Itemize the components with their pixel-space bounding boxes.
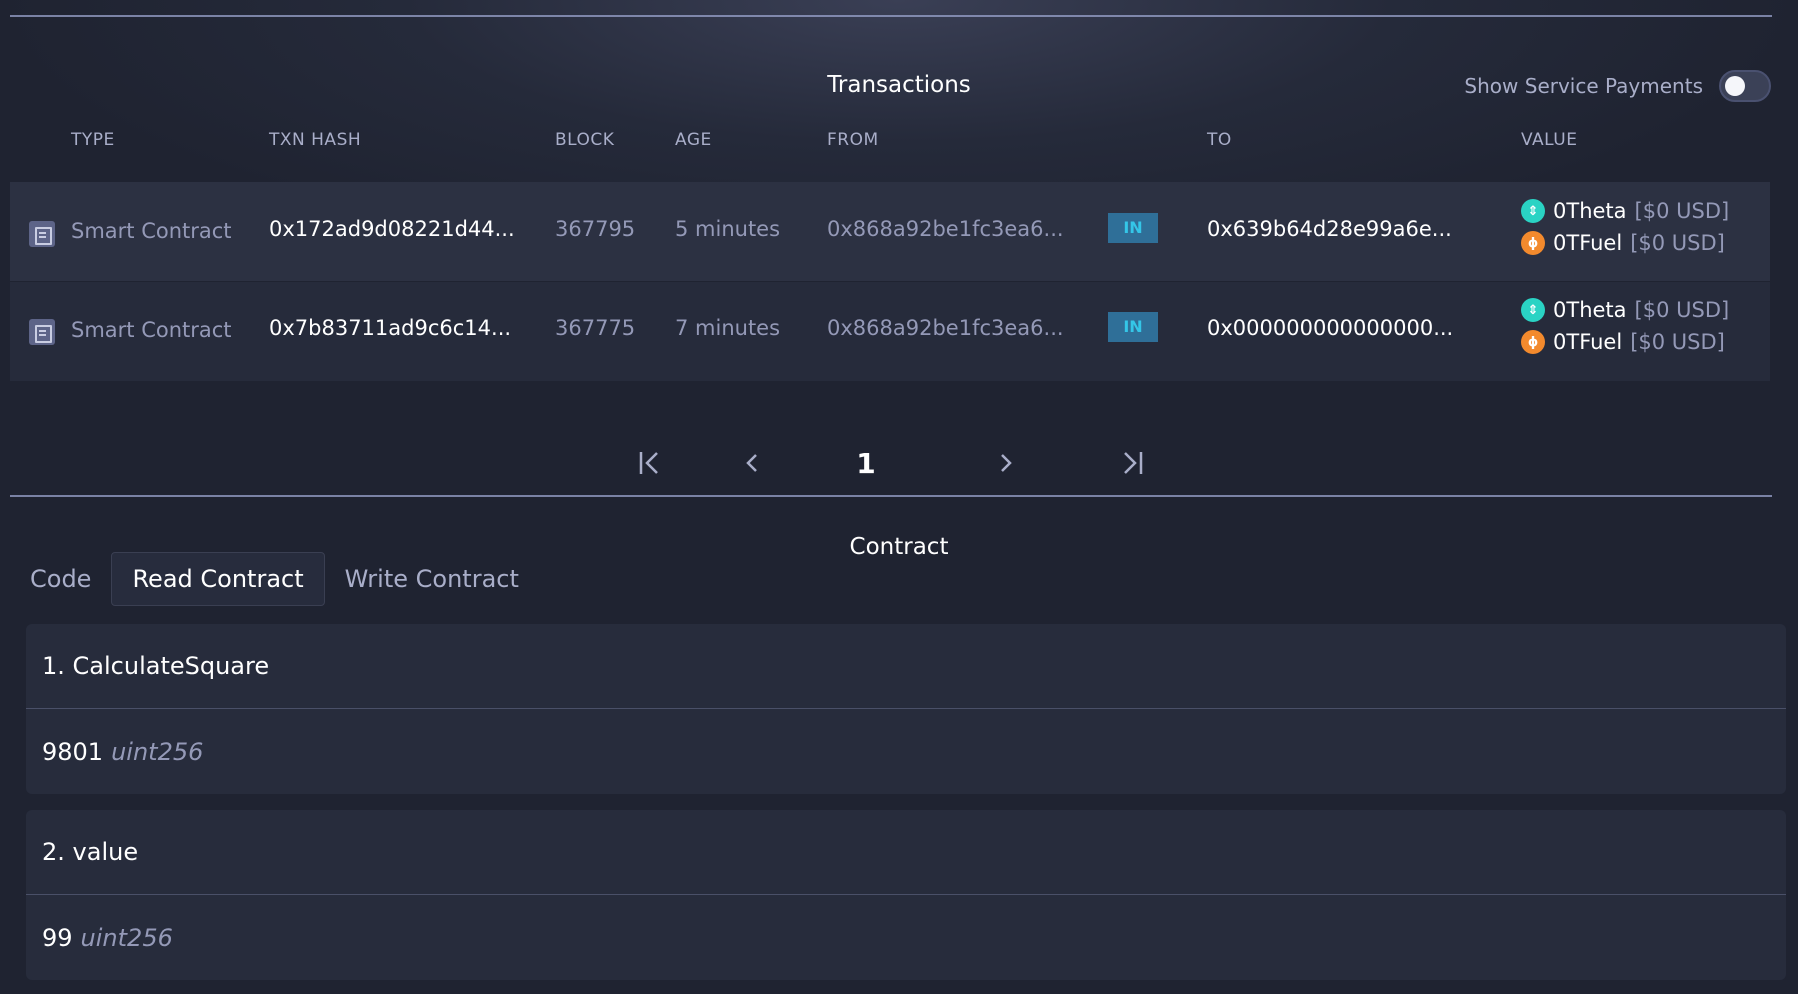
tfuel-coin-icon: ϕ (1521, 330, 1545, 354)
toggle-knob (1725, 76, 1745, 96)
txn-hash-link[interactable]: 0x7b83711ad9c6c14... (269, 316, 511, 340)
theta-coin-icon: ⇕ (1521, 298, 1545, 322)
section-divider (10, 495, 1772, 497)
pagination: 1 (0, 440, 1798, 486)
result-type: uint256 (80, 923, 173, 952)
first-page-button[interactable] (632, 440, 668, 486)
col-value: VALUE (1521, 130, 1578, 150)
tab-read-contract[interactable]: Read Contract (111, 552, 325, 606)
theta-amount: 0Theta (1553, 298, 1627, 322)
smart-contract-icon (29, 221, 55, 247)
table-row: Smart Contract 0x7b83711ad9c6c14... 3677… (10, 282, 1770, 381)
function-result: 99 uint256 (26, 895, 1786, 980)
function-result: 9801 uint256 (26, 709, 1786, 794)
function-name: 1. CalculateSquare (26, 624, 1786, 709)
result-value: 9801 (42, 737, 104, 766)
theta-amount: 0Theta (1553, 199, 1627, 223)
from-address-link[interactable]: 0x868a92be1fc3ea6... (827, 217, 1064, 241)
contract-tabs: Code Read Contract Write Contract (10, 552, 539, 606)
next-page-button[interactable] (988, 440, 1024, 486)
tab-write-contract[interactable]: Write Contract (325, 553, 539, 605)
txn-age: 7 minutes (675, 316, 781, 340)
theta-coin-icon: ⇕ (1521, 199, 1545, 223)
next-page-icon (1001, 454, 1012, 472)
tfuel-coin-icon: ϕ (1521, 231, 1545, 255)
first-page-icon (639, 452, 658, 474)
function-name: 2. value (26, 810, 1786, 895)
txn-age: 5 minutes (675, 217, 781, 241)
to-address-link[interactable]: 0x000000000000000... (1207, 316, 1453, 340)
tfuel-value: ϕ 0TFuel [$0 USD] (1521, 330, 1725, 354)
theta-value: ⇕ 0Theta [$0 USD] (1521, 199, 1729, 223)
service-payments-toggle-group: Show Service Payments (1464, 70, 1771, 102)
last-page-icon (1124, 452, 1143, 474)
col-from: FROM (827, 130, 879, 150)
read-function-panel: 2. value 99 uint256 (26, 810, 1786, 980)
theta-usd: [$0 USD] (1634, 199, 1730, 223)
direction-badge: IN (1108, 213, 1158, 243)
current-page: 1 (856, 446, 876, 480)
table-row: Smart Contract 0x172ad9d08221d44... 3677… (10, 182, 1770, 281)
col-txn-hash: TXN HASH (269, 130, 362, 150)
result-value: 99 (42, 923, 73, 952)
prev-page-button[interactable] (734, 440, 770, 486)
col-block: BLOCK (555, 130, 615, 150)
top-divider (10, 15, 1772, 17)
txn-hash-link[interactable]: 0x172ad9d08221d44... (269, 217, 515, 241)
tfuel-amount: 0TFuel (1553, 330, 1623, 354)
col-to: TO (1207, 130, 1232, 150)
transactions-table-header: TYPE TXN HASH BLOCK AGE FROM TO VALUE (0, 130, 1798, 154)
txn-type: Smart Contract (71, 318, 232, 342)
prev-page-icon (746, 454, 757, 472)
read-function-panel: 1. CalculateSquare 9801 uint256 (26, 624, 1786, 794)
smart-contract-icon (29, 319, 55, 345)
theta-value: ⇕ 0Theta [$0 USD] (1521, 298, 1729, 322)
txn-type: Smart Contract (71, 219, 232, 243)
result-type: uint256 (111, 737, 204, 766)
last-page-button[interactable] (1114, 440, 1150, 486)
tab-code[interactable]: Code (10, 553, 111, 605)
col-type: TYPE (71, 130, 115, 150)
to-address-link[interactable]: 0x639b64d28e99a6e... (1207, 217, 1452, 241)
tfuel-value: ϕ 0TFuel [$0 USD] (1521, 231, 1725, 255)
col-age: AGE (675, 130, 712, 150)
block-link[interactable]: 367795 (555, 217, 635, 241)
direction-badge: IN (1108, 312, 1158, 342)
tfuel-amount: 0TFuel (1553, 231, 1623, 255)
tfuel-usd: [$0 USD] (1630, 231, 1725, 255)
service-payments-label: Show Service Payments (1464, 74, 1703, 98)
service-payments-toggle[interactable] (1719, 70, 1771, 102)
from-address-link[interactable]: 0x868a92be1fc3ea6... (827, 316, 1064, 340)
theta-usd: [$0 USD] (1634, 298, 1730, 322)
block-link[interactable]: 367775 (555, 316, 635, 340)
tfuel-usd: [$0 USD] (1630, 330, 1725, 354)
